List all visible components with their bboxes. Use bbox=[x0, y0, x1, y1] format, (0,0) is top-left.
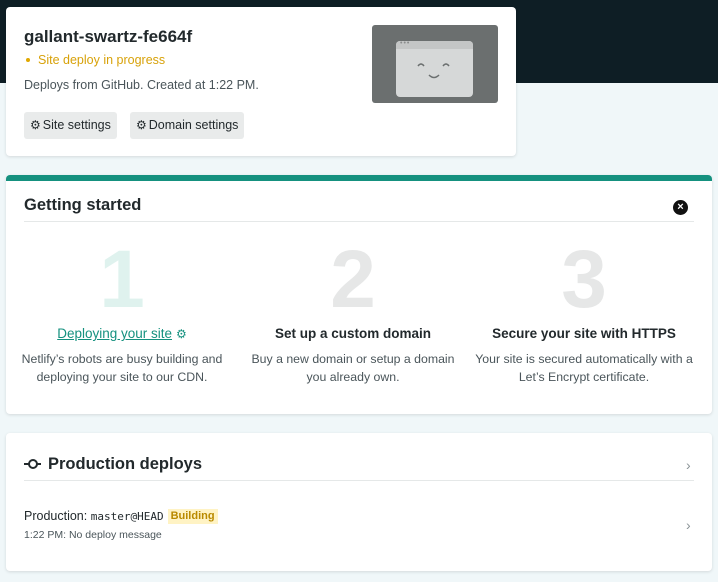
step-custom-domain: 2 Set up a custom domain Buy a new domai… bbox=[241, 239, 465, 386]
deploy-status: Site deploy in progress bbox=[24, 53, 165, 67]
step-number: 1 bbox=[99, 234, 145, 325]
chevron-right-icon: › bbox=[686, 457, 691, 473]
step-description: Buy a new domain or setup a domain you a… bbox=[251, 352, 455, 384]
site-screenshot-thumbnail[interactable]: ••• bbox=[372, 25, 498, 103]
close-icon[interactable]: × bbox=[673, 200, 688, 215]
step-https: 3 Secure your site with HTTPS Your site … bbox=[472, 239, 696, 386]
deploy-status-text: Site deploy in progress bbox=[38, 53, 166, 67]
step-number: 3 bbox=[561, 234, 607, 325]
step-title: Deploying your site ⚙ bbox=[10, 325, 234, 343]
deploy-row-meta: 1:22 PM: No deploy message bbox=[24, 529, 162, 541]
deploy-info: Deploys from GitHub. Created at 1:22 PM. bbox=[24, 78, 259, 92]
smiley-face-icon bbox=[417, 63, 450, 79]
step-title: Set up a custom domain bbox=[274, 326, 432, 341]
spinning-gear-icon: ⚙ bbox=[176, 327, 187, 341]
browser-placeholder-icon: ••• bbox=[396, 40, 473, 97]
step-number: 2 bbox=[330, 234, 376, 325]
domain-settings-label: Domain settings bbox=[148, 118, 239, 132]
getting-started-accent-bar bbox=[6, 175, 712, 181]
status-badge: Building bbox=[167, 509, 218, 524]
deploy-context-label: Production: bbox=[24, 509, 88, 523]
deploy-time: 1:22 PM: bbox=[24, 529, 67, 541]
production-deploys-header[interactable]: Production deploys › bbox=[24, 455, 694, 475]
domain-settings-button[interactable]: ⚙ Domain settings bbox=[130, 112, 245, 139]
commit-icon bbox=[24, 457, 41, 471]
divider bbox=[24, 480, 694, 481]
status-dot-icon bbox=[26, 58, 30, 62]
step-title: Secure your site with HTTPS bbox=[492, 326, 676, 341]
step-description: Your site is secured automatically with … bbox=[475, 352, 693, 384]
site-settings-label: Site settings bbox=[42, 118, 111, 132]
gear-icon: ⚙ bbox=[30, 118, 41, 132]
deploying-your-site-link[interactable]: Deploying your site bbox=[57, 326, 172, 341]
chevron-right-icon: › bbox=[686, 517, 691, 533]
getting-started-card: Getting started × 1 Deploying your site ⚙… bbox=[6, 175, 712, 414]
deploy-row[interactable]: Production: master@HEAD Building 1:22 PM:… bbox=[24, 509, 694, 545]
site-overview-card: gallant-swartz-fe664f Site deploy in pro… bbox=[6, 7, 516, 156]
deploy-ref: master@HEAD bbox=[90, 510, 164, 523]
step-description: Netlify’s robots are busy building and d… bbox=[21, 352, 223, 384]
site-settings-button[interactable]: ⚙ Site settings bbox=[24, 112, 117, 139]
getting-started-title: Getting started bbox=[24, 196, 142, 214]
production-deploys-card: Production deploys › Production: master@… bbox=[6, 433, 712, 571]
production-deploys-title: Production deploys bbox=[48, 455, 203, 473]
site-name[interactable]: gallant-swartz-fe664f bbox=[24, 27, 192, 47]
divider bbox=[24, 221, 694, 222]
deploy-message: No deploy message bbox=[68, 529, 162, 541]
deploy-row-summary: Production: master@HEAD Building bbox=[24, 509, 218, 524]
step-deploy-site: 1 Deploying your site ⚙ Netlify’s robots … bbox=[10, 239, 234, 386]
gear-icon: ⚙ bbox=[136, 118, 147, 132]
